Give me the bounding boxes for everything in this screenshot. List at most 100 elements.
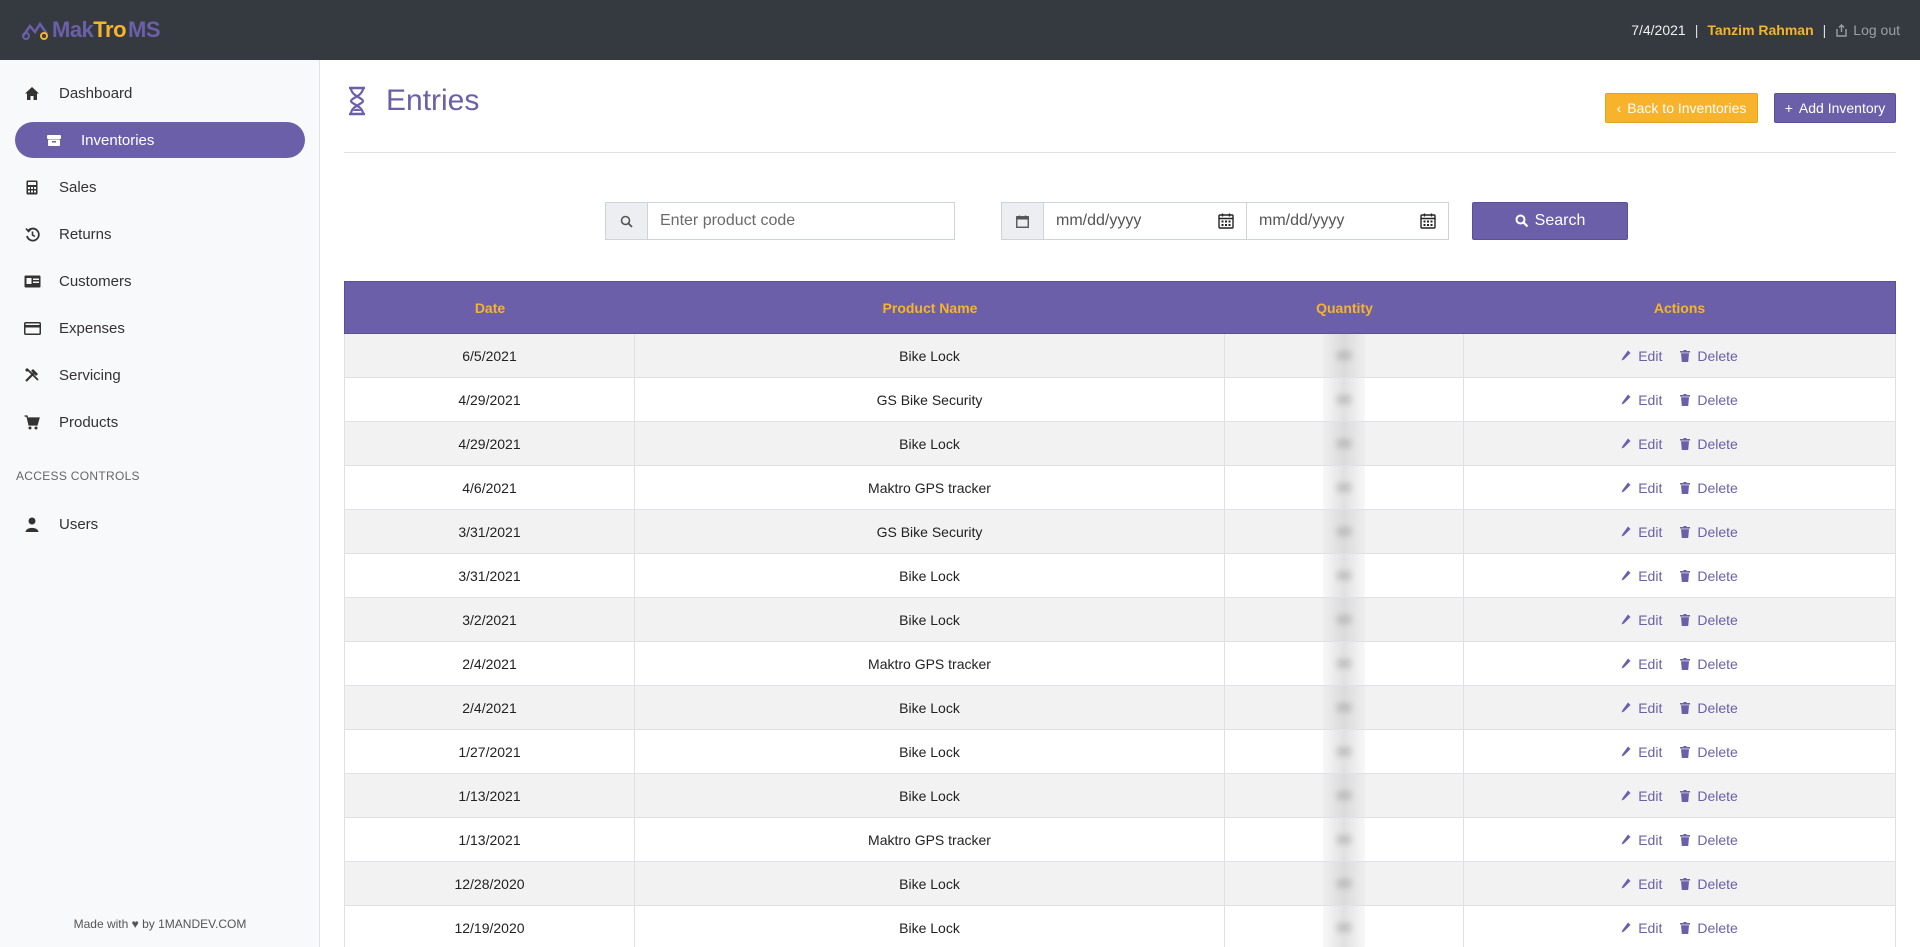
delete-button[interactable]: Delete — [1680, 568, 1738, 584]
edit-button[interactable]: Edit — [1621, 568, 1662, 584]
cell-actions: Edit Delete — [1464, 466, 1895, 509]
edit-button[interactable]: Edit — [1621, 788, 1662, 804]
sidebar-item-sales[interactable]: Sales — [15, 169, 305, 205]
search-addon — [605, 202, 647, 240]
delete-button[interactable]: Delete — [1680, 436, 1738, 452]
cell-quantity: 00 — [1225, 378, 1464, 421]
title-divider — [344, 152, 1896, 153]
edit-button[interactable]: Edit — [1621, 876, 1662, 892]
delete-label: Delete — [1697, 919, 1738, 936]
logout-link[interactable]: Log out — [1835, 22, 1900, 38]
cell-product-name: Bike Lock — [635, 906, 1225, 947]
edit-button[interactable]: Edit — [1621, 612, 1662, 628]
button-label: Back to Inventories — [1627, 100, 1747, 116]
pencil-icon — [1621, 438, 1631, 449]
quantity-redacted: 00 — [1323, 510, 1365, 553]
delete-button[interactable]: Delete — [1680, 744, 1738, 760]
logout-label: Log out — [1853, 22, 1900, 38]
column-header-date[interactable]: Date — [345, 282, 635, 333]
calendar-picker-icon[interactable] — [1218, 213, 1234, 229]
trash-icon — [1680, 701, 1691, 714]
delete-label: Delete — [1697, 611, 1738, 628]
sidebar-item-dashboard[interactable]: Dashboard — [15, 75, 305, 111]
delete-button[interactable]: Delete — [1680, 788, 1738, 804]
sidebar-item-products[interactable]: Products — [15, 404, 305, 440]
delete-button[interactable]: Delete — [1680, 919, 1738, 936]
calculator-icon — [23, 178, 41, 196]
column-header-quantity[interactable]: Quantity — [1225, 282, 1464, 333]
search-button[interactable]: Search — [1472, 202, 1628, 240]
delete-button[interactable]: Delete — [1680, 831, 1738, 848]
date-from-placeholder: mm/dd/yyyy — [1056, 212, 1142, 229]
back-to-inventories-button[interactable]: ‹ Back to Inventories — [1605, 93, 1758, 123]
sidebar-item-inventories[interactable]: Inventories — [15, 122, 305, 158]
calendar-picker-icon[interactable] — [1420, 213, 1436, 229]
pencil-icon — [1621, 702, 1631, 713]
sidebar-item-label: Returns — [59, 225, 112, 243]
date-to-field[interactable]: mm/dd/yyyy — [1246, 202, 1449, 240]
delete-label: Delete — [1697, 391, 1738, 408]
cart-icon — [23, 413, 41, 431]
user-name[interactable]: Tanzim Rahman — [1707, 22, 1813, 38]
edit-button[interactable]: Edit — [1621, 436, 1662, 452]
cell-date: 1/13/2021 — [345, 818, 635, 861]
cell-date: 1/13/2021 — [345, 774, 635, 817]
edit-button[interactable]: Edit — [1621, 832, 1662, 848]
sidebar-item-returns[interactable]: Returns — [15, 216, 305, 252]
delete-label: Delete — [1697, 831, 1738, 848]
page-heading: Entries — [386, 84, 480, 117]
delete-button[interactable]: Delete — [1680, 876, 1738, 892]
quantity-redacted: 00 — [1323, 686, 1365, 729]
edit-button[interactable]: Edit — [1621, 700, 1662, 716]
edit-button[interactable]: Edit — [1621, 920, 1662, 936]
delete-button[interactable]: Delete — [1680, 348, 1738, 364]
product-search-group — [605, 202, 955, 240]
delete-button[interactable]: Delete — [1680, 391, 1738, 408]
cell-date: 4/29/2021 — [345, 378, 635, 421]
edit-button[interactable]: Edit — [1621, 480, 1662, 496]
edit-button[interactable]: Edit — [1621, 744, 1662, 760]
edit-button[interactable]: Edit — [1621, 524, 1662, 540]
delete-button[interactable]: Delete — [1680, 524, 1738, 540]
pencil-icon — [1621, 834, 1631, 845]
table-row: 6/5/2021 Bike Lock 00 Edit Delete — [344, 334, 1896, 378]
table-row: 12/28/2020 Bike Lock 00 Edit Delete — [344, 862, 1896, 906]
button-label: Add Inventory — [1798, 100, 1886, 116]
column-header-product-name[interactable]: Product Name — [635, 282, 1225, 333]
cell-actions: Edit Delete — [1464, 686, 1895, 729]
trash-icon — [1680, 613, 1691, 626]
sidebar-item-users[interactable]: Users — [15, 506, 305, 542]
cell-date: 2/4/2021 — [345, 686, 635, 729]
trash-icon — [1680, 437, 1691, 450]
sidebar-item-customers[interactable]: Customers — [15, 263, 305, 299]
delete-button[interactable]: Delete — [1680, 611, 1738, 628]
edit-button[interactable]: Edit — [1621, 656, 1662, 672]
delete-button[interactable]: Delete — [1680, 480, 1738, 496]
date-from-field[interactable]: mm/dd/yyyy — [1043, 202, 1246, 240]
product-code-input[interactable] — [660, 212, 942, 230]
sidebar-item-servicing[interactable]: Servicing — [15, 357, 305, 393]
logout-icon — [1836, 23, 1847, 37]
edit-button[interactable]: Edit — [1621, 392, 1662, 408]
delete-button[interactable]: Delete — [1680, 700, 1738, 716]
cell-actions: Edit Delete — [1464, 334, 1895, 377]
delete-label: Delete — [1697, 655, 1738, 672]
cell-actions: Edit Delete — [1464, 818, 1895, 861]
app-logo[interactable]: Mak Tro MS — [20, 17, 161, 43]
cell-actions: Edit Delete — [1464, 906, 1895, 947]
sidebar-item-label: Servicing — [59, 366, 121, 384]
main-content: Entries ‹ Back to Inventories + Add Inve… — [344, 60, 1896, 947]
cell-quantity: 00 — [1225, 774, 1464, 817]
delete-button[interactable]: Delete — [1680, 655, 1738, 672]
sidebar-item-expenses[interactable]: Expenses — [15, 310, 305, 346]
cell-actions: Edit Delete — [1464, 862, 1895, 905]
quantity-redacted: 00 — [1323, 730, 1365, 773]
sidebar-item-label: Users — [59, 515, 99, 533]
cell-quantity: 00 — [1225, 466, 1464, 509]
table-row: 4/6/2021 Maktro GPS tracker 00 Edit Dele… — [344, 466, 1896, 510]
edit-button[interactable]: Edit — [1621, 348, 1662, 364]
header-info: 7/4/2021 | Tanzim Rahman | Log out — [1631, 22, 1900, 38]
add-inventory-button[interactable]: + Add Inventory — [1774, 93, 1896, 123]
cell-actions: Edit Delete — [1464, 730, 1895, 773]
cell-quantity: 00 — [1225, 642, 1464, 685]
